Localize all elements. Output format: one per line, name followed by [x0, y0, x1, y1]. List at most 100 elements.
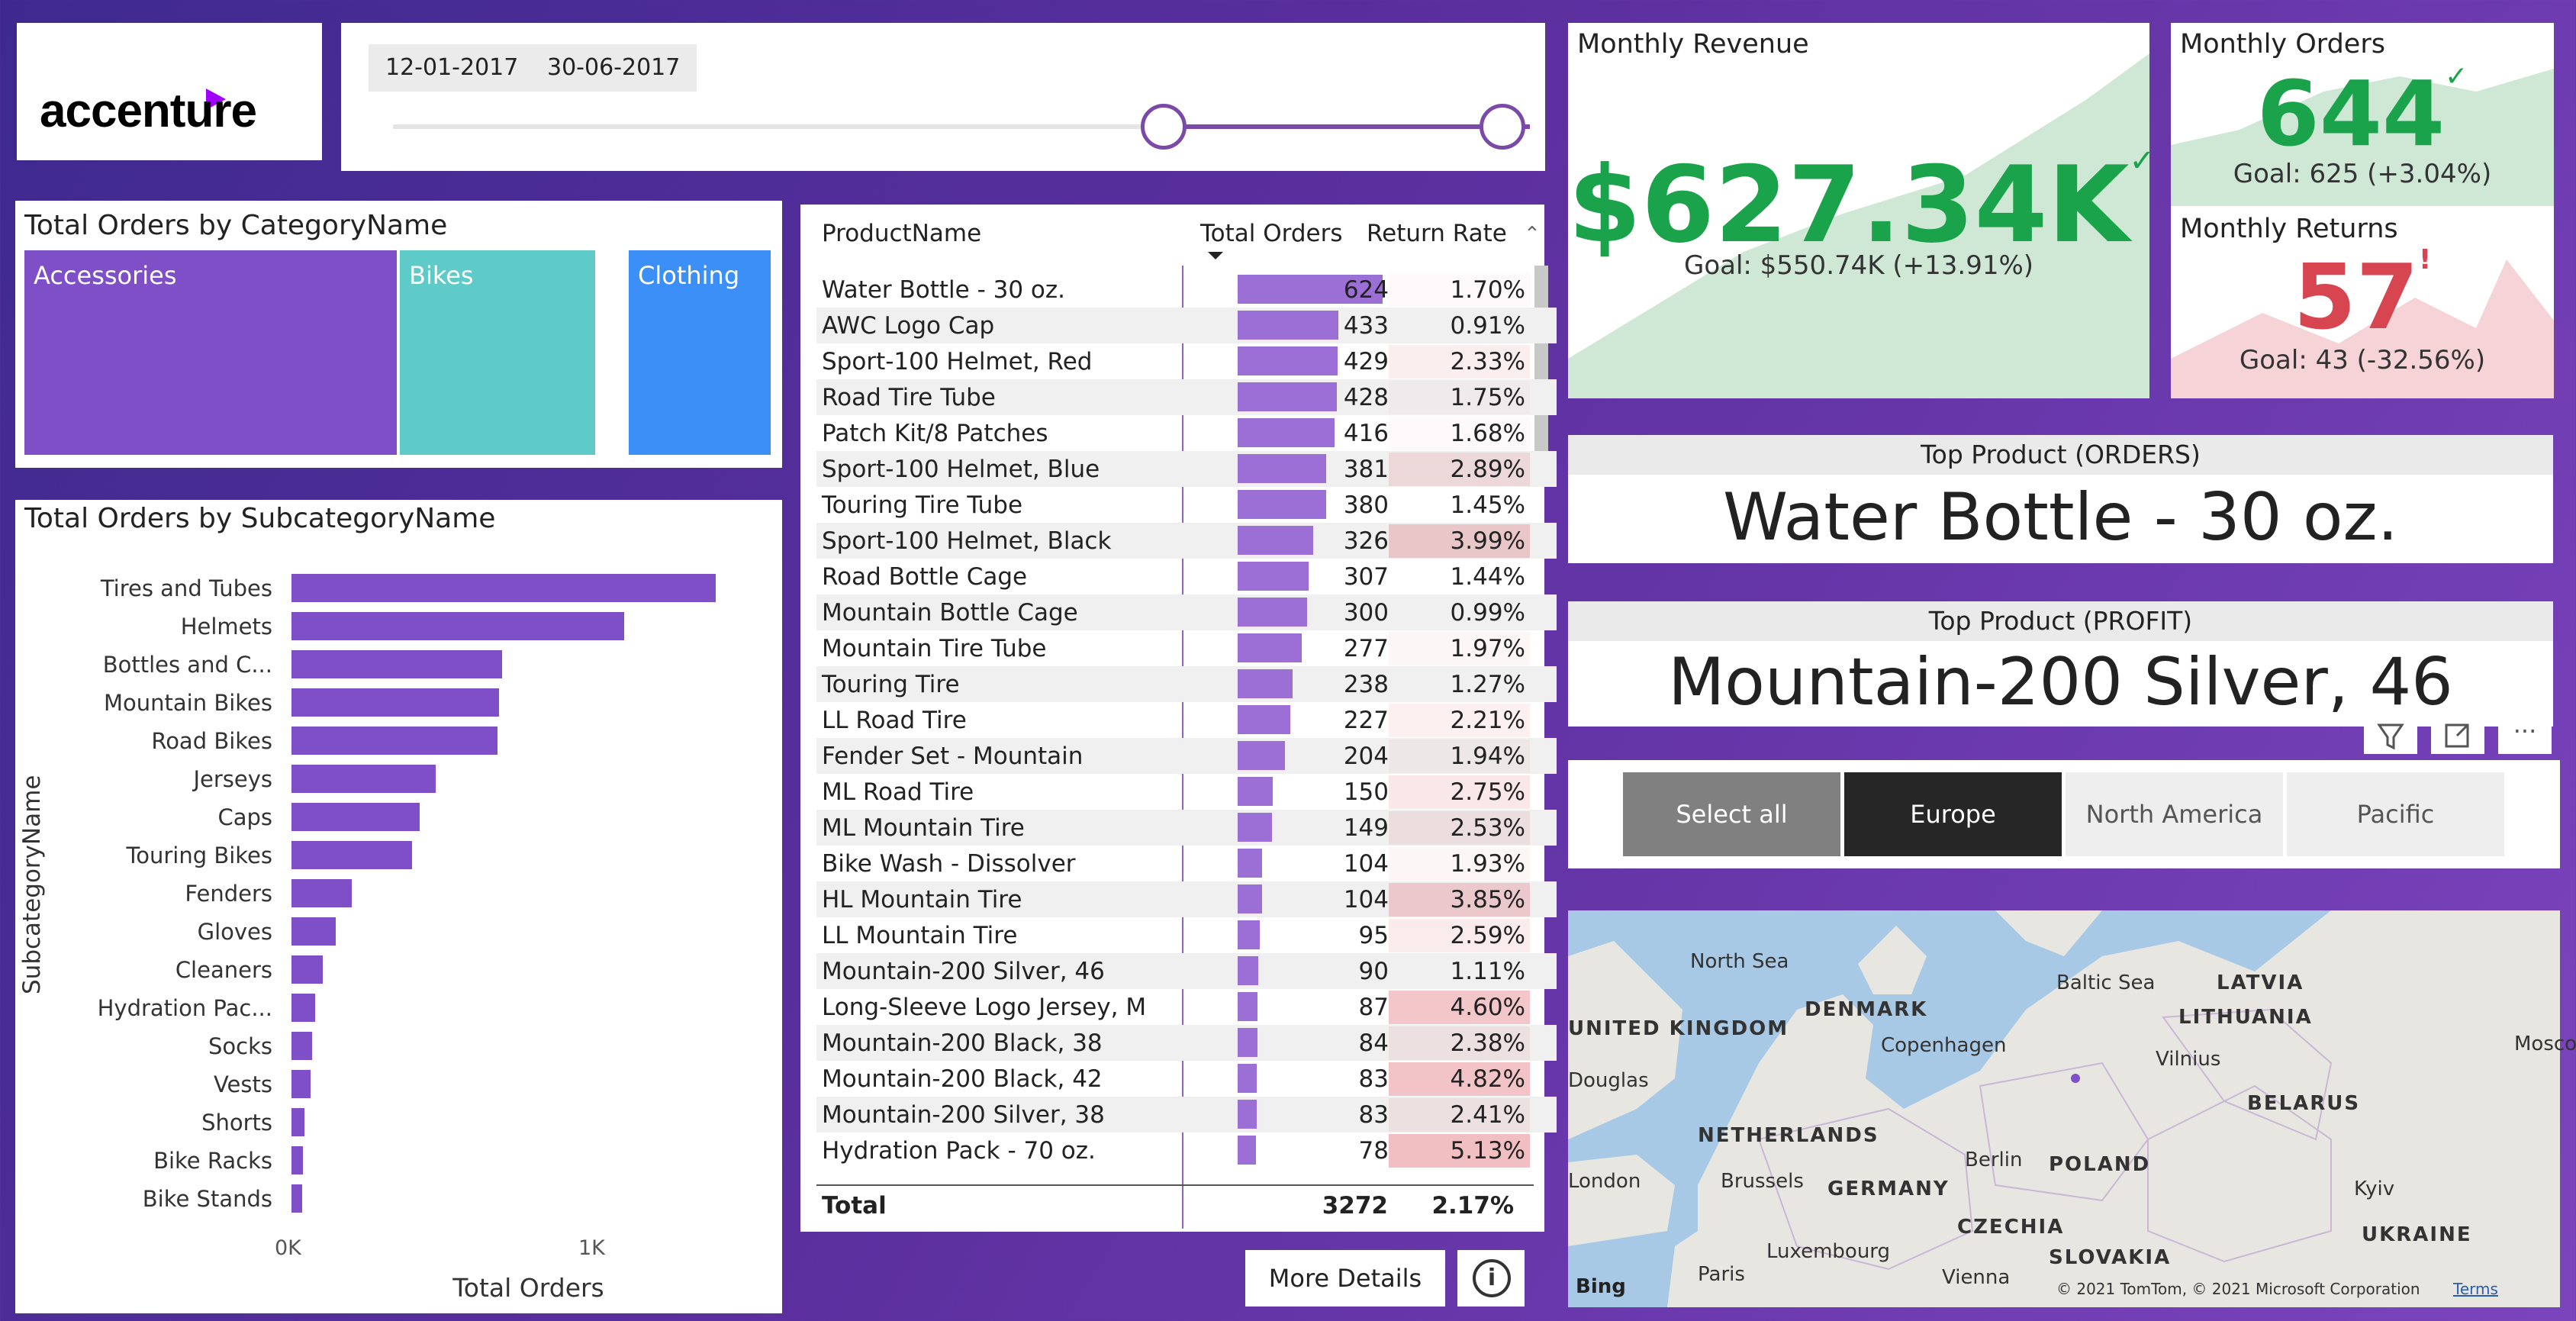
- orders-value: 227: [1343, 707, 1389, 734]
- more-details-button[interactable]: More Details: [1245, 1250, 1445, 1307]
- region-europe[interactable]: Europe: [1844, 772, 2062, 856]
- table-row[interactable]: Mountain-200 Black, 42 83 4.82%: [816, 1061, 1557, 1097]
- product-name: Road Bottle Cage: [822, 563, 1028, 591]
- col-header-product[interactable]: ProductName: [822, 220, 981, 247]
- table-row[interactable]: Patch Kit/8 Patches 416 1.68%: [816, 415, 1557, 451]
- table-row[interactable]: Mountain-200 Silver, 46 90 1.11%: [816, 953, 1557, 989]
- bar[interactable]: [291, 612, 624, 640]
- region-select-all[interactable]: Select all: [1623, 772, 1840, 856]
- check-icon: ✓: [2445, 61, 2468, 92]
- bar[interactable]: [291, 574, 716, 602]
- table-row[interactable]: Mountain-200 Black, 38 84 2.38%: [816, 1025, 1557, 1061]
- region-pacific[interactable]: Pacific: [2287, 772, 2504, 856]
- table-row[interactable]: ML Mountain Tire 149 2.53%: [816, 810, 1557, 846]
- end-handle[interactable]: [1480, 104, 1525, 150]
- sort-desc-icon: [1208, 252, 1223, 259]
- orders-value: 104: [1343, 886, 1389, 913]
- table-row[interactable]: HL Mountain Tire 104 3.85%: [816, 881, 1557, 917]
- filter-icon[interactable]: [2364, 717, 2417, 754]
- return-rate-value: 2.59%: [1389, 919, 1530, 952]
- bar[interactable]: [291, 1184, 302, 1213]
- bar[interactable]: [291, 688, 499, 717]
- bar[interactable]: [291, 727, 497, 755]
- logo-text: accenture: [40, 85, 257, 137]
- bing-logo: Bing: [1576, 1275, 1626, 1298]
- table-row[interactable]: Sport-100 Helmet, Red 429 2.33%: [816, 343, 1557, 379]
- terms-link[interactable]: Terms: [2453, 1280, 2498, 1298]
- table-row[interactable]: Fender Set - Mountain 204 1.94%: [816, 738, 1557, 774]
- table-row[interactable]: Touring Tire Tube 380 1.45%: [816, 487, 1557, 523]
- bar-label: Bike Racks: [153, 1148, 272, 1174]
- tile-clothing[interactable]: Clothing: [629, 250, 771, 455]
- table-row[interactable]: Hydration Pack - 70 oz. 78 5.13%: [816, 1133, 1557, 1168]
- bar-label: Bottles and C...: [102, 652, 272, 678]
- kpi-value: 57!: [2293, 244, 2432, 350]
- orders-value: 238: [1343, 671, 1389, 698]
- bar-label: Mountain Bikes: [104, 690, 272, 716]
- table-row[interactable]: Sport-100 Helmet, Black 326 3.99%: [816, 523, 1557, 559]
- focus-mode-icon[interactable]: [2431, 717, 2484, 754]
- table-row[interactable]: Water Bottle - 30 oz. 624 1.70%: [816, 272, 1557, 308]
- col-header-return-rate[interactable]: Return Rate: [1367, 220, 1507, 247]
- bar[interactable]: [291, 1146, 303, 1174]
- table-row[interactable]: Mountain Tire Tube 277 1.97%: [816, 630, 1557, 666]
- scroll-up-icon[interactable]: ⌃: [1524, 223, 1541, 246]
- accenture-logo: accenture: [17, 23, 322, 160]
- start-date-input[interactable]: 12-01-2017: [369, 44, 536, 92]
- table-row[interactable]: ML Road Tire 150 2.75%: [816, 774, 1557, 810]
- bar[interactable]: [291, 841, 412, 869]
- bar[interactable]: [291, 994, 315, 1022]
- return-rate-value: 0.99%: [1450, 599, 1525, 627]
- bar[interactable]: [291, 803, 420, 831]
- map-label: Brussels: [1721, 1170, 1804, 1193]
- total-divider: [816, 1184, 1534, 1186]
- bar-label: Gloves: [197, 919, 272, 945]
- bar[interactable]: [291, 879, 352, 907]
- bar-label: Fenders: [185, 881, 272, 907]
- map-label: UKRAINE: [2362, 1223, 2472, 1246]
- table-row[interactable]: Bike Wash - Dissolver 104 1.93%: [816, 846, 1557, 881]
- orders-value: 624: [1343, 276, 1389, 304]
- table-row[interactable]: Sport-100 Helmet, Blue 381 2.89%: [816, 451, 1557, 487]
- table-row[interactable]: AWC Logo Cap 433 0.91%: [816, 308, 1557, 343]
- bar-label: Socks: [208, 1033, 272, 1059]
- check-icon: ✓: [2129, 143, 2155, 179]
- kpi-value: $627.34K✓: [1568, 143, 2155, 266]
- sales-map[interactable]: North Sea DENMARK Baltic Sea LATVIA LITHUANI…: [1568, 910, 2576, 1307]
- product-name: Patch Kit/8 Patches: [822, 420, 1048, 447]
- chart-title: Total Orders by CategoryName: [24, 210, 448, 241]
- product-name: Road Tire Tube: [822, 384, 996, 411]
- return-rate-value: 2.38%: [1389, 1026, 1530, 1060]
- return-rate-value: 3.99%: [1389, 524, 1530, 558]
- table-row[interactable]: Mountain-200 Silver, 38 83 2.41%: [816, 1097, 1557, 1133]
- kpi-value: 644✓: [2256, 61, 2468, 166]
- bar[interactable]: [291, 1032, 312, 1060]
- table-row[interactable]: Mountain Bottle Cage 300 0.99%: [816, 594, 1557, 630]
- bar[interactable]: [291, 1070, 311, 1098]
- map-label: LATVIA: [2217, 971, 2304, 994]
- table-row[interactable]: Road Tire Tube 428 1.75%: [816, 379, 1557, 415]
- return-rate-value: 4.60%: [1389, 991, 1530, 1024]
- start-handle[interactable]: [1141, 104, 1187, 150]
- table-row[interactable]: LL Mountain Tire 95 2.59%: [816, 917, 1557, 953]
- bar[interactable]: [291, 650, 502, 678]
- end-date-input[interactable]: 30-06-2017: [530, 44, 697, 92]
- info-button[interactable]: i: [1457, 1250, 1525, 1307]
- tile-accessories[interactable]: Accessories: [24, 250, 397, 455]
- map-label: London: [1568, 1170, 1641, 1193]
- bar[interactable]: [291, 917, 336, 946]
- bar[interactable]: [291, 955, 323, 984]
- total-label: Total: [822, 1192, 887, 1220]
- bar[interactable]: [291, 765, 436, 793]
- table-row[interactable]: Long-Sleeve Logo Jersey, M 87 4.60%: [816, 989, 1557, 1025]
- bar[interactable]: [291, 1108, 304, 1136]
- tile-bikes[interactable]: Bikes: [400, 250, 595, 455]
- col-header-orders[interactable]: Total Orders: [1200, 220, 1343, 247]
- region-north-america[interactable]: North America: [2066, 772, 2283, 856]
- return-rate-value: 1.27%: [1450, 671, 1525, 698]
- table-row[interactable]: Touring Tire 238 1.27%: [816, 666, 1557, 702]
- table-row[interactable]: LL Road Tire 227 2.21%: [816, 702, 1557, 738]
- more-options-icon[interactable]: ···: [2498, 717, 2552, 754]
- return-rate-value: 1.94%: [1389, 739, 1530, 773]
- table-row[interactable]: Road Bottle Cage 307 1.44%: [816, 559, 1557, 594]
